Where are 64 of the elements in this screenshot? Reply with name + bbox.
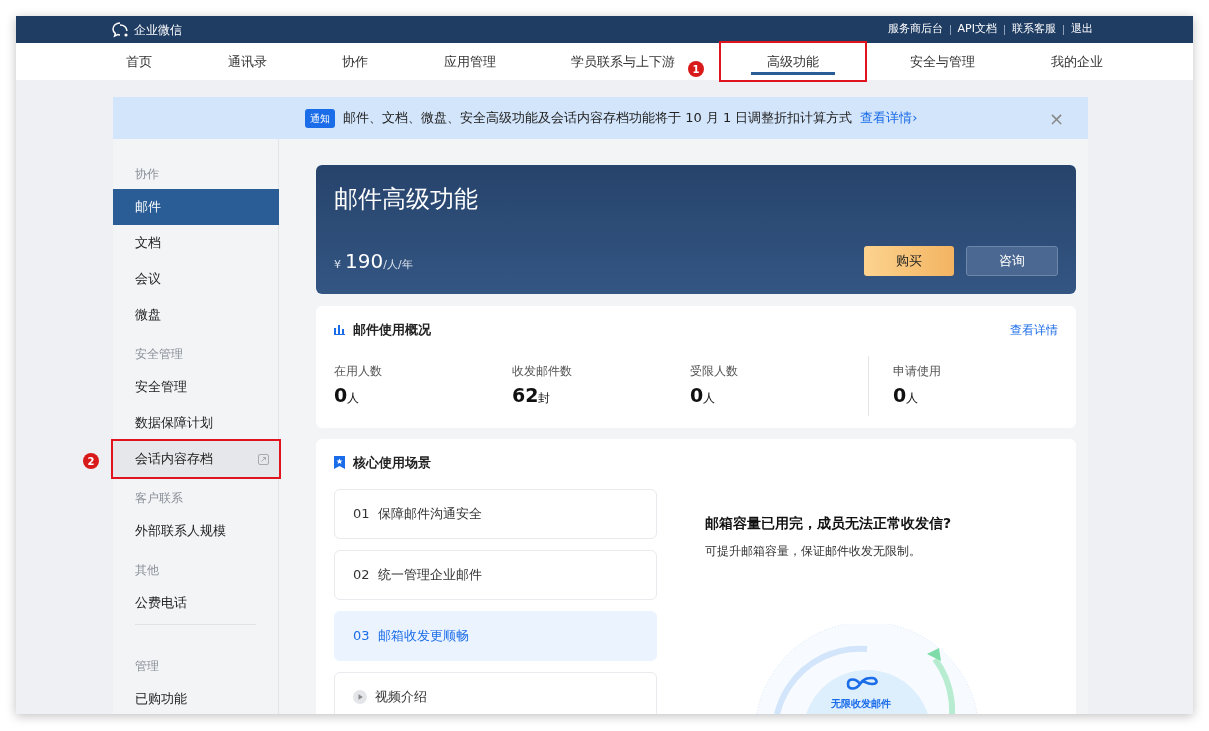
bar-chart-icon xyxy=(334,324,345,336)
stat-unit: 人 xyxy=(703,390,716,405)
sidebar-section-label: 其他 xyxy=(134,562,160,579)
detail-text: 可提升邮箱容量，保证邮件收发无限制。 xyxy=(705,542,922,560)
stat-value: 0人 xyxy=(893,383,920,407)
illustration-caption: 无限收发邮件 xyxy=(831,696,891,711)
play-icon xyxy=(353,689,367,704)
nav-tab[interactable]: 高级功能 xyxy=(720,43,865,80)
nav-tab[interactable]: 我的企业 xyxy=(1020,43,1133,80)
section-title: 邮件使用概况 xyxy=(353,321,431,339)
stat-value: 0人 xyxy=(690,383,717,407)
sidebar-item[interactable]: 已购功能 xyxy=(113,681,279,714)
buy-button[interactable]: 购买 xyxy=(864,246,954,276)
details-link[interactable]: 查看详情 xyxy=(1010,320,1058,339)
price-value: 190 xyxy=(345,248,384,275)
sidebar-item[interactable]: 数据保障计划 xyxy=(113,405,279,441)
sidebar-section-label: 安全管理 xyxy=(134,346,184,363)
stat-label: 申请使用 xyxy=(893,362,942,380)
sidebar-item[interactable]: 会议 xyxy=(113,261,279,297)
price-unit: /人/年 xyxy=(383,258,413,273)
detail-title: 邮箱容量已用完，成员无法正常收发信? xyxy=(705,513,953,533)
sidebar-item[interactable]: 公费电话 xyxy=(113,585,279,621)
video-label: 视频介绍 xyxy=(375,687,427,706)
annotation-marker: 2 xyxy=(83,453,99,469)
stat-label: 在用人数 xyxy=(334,362,383,380)
logo-icon xyxy=(112,21,130,38)
stat-label: 收发邮件数 xyxy=(512,362,573,380)
logo-text: 企业微信 xyxy=(134,21,182,39)
stat-unit: 人 xyxy=(347,390,360,405)
stat-value: 62封 xyxy=(512,383,552,407)
header-link[interactable]: 退出 xyxy=(1071,21,1093,38)
nav-tab[interactable]: 通讯录 xyxy=(197,43,297,80)
nav-tab[interactable]: 首页 xyxy=(96,43,182,80)
stat-value: 0人 xyxy=(334,383,361,407)
header-link[interactable]: API文档 xyxy=(957,21,997,38)
sidebar-section-label: 管理 xyxy=(134,658,160,675)
sidebar-item[interactable]: 外部联系人规模 xyxy=(113,513,279,549)
scenario-tab[interactable]: 02 统一管理企业邮件 xyxy=(334,549,657,600)
sidebar-item[interactable]: 邮件 xyxy=(113,189,279,225)
notice-text: 邮件、文档、微盘、安全高级功能及会话内容存档功能将于 10 月 1 日调整折扣计算方式 xyxy=(343,109,853,128)
sidebar-item[interactable]: 安全管理 xyxy=(113,369,279,405)
header-link[interactable]: 服务商后台 xyxy=(887,21,943,38)
section-title: 核心使用场景 xyxy=(353,454,431,472)
bookmark-star-icon xyxy=(334,456,345,470)
nav-tab[interactable]: 安全与管理 xyxy=(880,43,1006,80)
scenario-tab[interactable]: 01 保障邮件沟通安全 xyxy=(334,488,657,539)
stat-unit: 人 xyxy=(906,390,919,405)
consult-button[interactable]: 咨询 xyxy=(966,246,1058,276)
video-intro-button[interactable]: 视频介绍 xyxy=(334,671,657,714)
sidebar-item[interactable]: 会话内容存档 xyxy=(113,441,279,477)
stat-label: 受限人数 xyxy=(690,362,739,380)
sidebar-section-label: 协作 xyxy=(134,166,160,183)
details-link[interactable]: 查看详情› xyxy=(860,108,918,128)
header-link[interactable]: 联系客服 xyxy=(1012,21,1056,38)
sidebar-section-label: 客户联系 xyxy=(134,490,184,507)
sidebar-item[interactable]: 文档 xyxy=(113,225,279,261)
notice-badge: 通知 xyxy=(305,108,335,128)
stat-unit: 封 xyxy=(538,390,551,405)
currency-symbol: ¥ xyxy=(334,257,341,273)
scenario-tab[interactable]: 03 邮箱收发更顺畅 xyxy=(334,610,657,661)
hero-title: 邮件高级功能 xyxy=(334,185,479,214)
sidebar-item[interactable]: 微盘 xyxy=(113,297,279,333)
nav-tab[interactable]: 协作 xyxy=(312,43,399,80)
nav-tab[interactable]: 应用管理 xyxy=(413,43,526,80)
